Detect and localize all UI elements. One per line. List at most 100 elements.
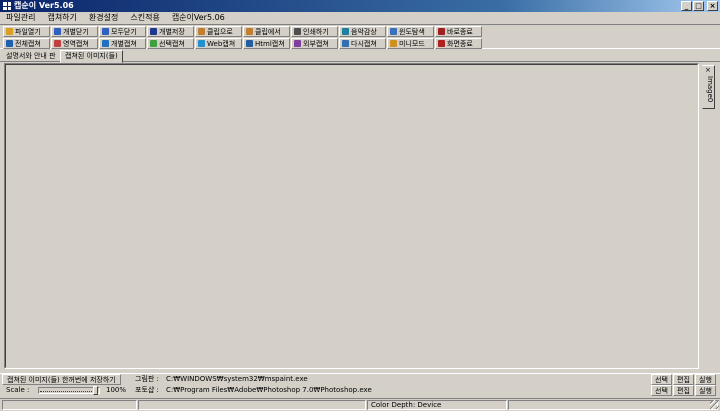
toolbar-button-label: 영역캡쳐: [63, 39, 89, 48]
toolbar-button-label: 미니모드: [399, 39, 425, 48]
toolbar-button-label: 윈도탐색: [399, 27, 425, 36]
paint-path: C:₩WINDOWS₩system32₩mspaint.exe: [166, 375, 308, 383]
window-title: 캡순이 Ver5.06: [14, 1, 74, 10]
photoshop-path: C:₩Program Files₩Adobe₩Photoshop 7.0₩Pho…: [166, 386, 372, 394]
toolbar-button-label: Web캡쳐: [207, 39, 236, 48]
toolbar-exit-button[interactable]: 바로종료: [435, 26, 482, 37]
photoshop-edit-button[interactable]: 편집: [673, 385, 694, 396]
paint-edit-button[interactable]: 편집: [673, 374, 694, 385]
toolbar-button-label: 파일열기: [15, 27, 41, 36]
toolbar-button-label: Html캡쳐: [255, 39, 285, 48]
toolbar-external-capture-button[interactable]: 외부캡쳐: [291, 38, 338, 49]
toolbar-clipboard-copy-button[interactable]: 클립으로: [195, 26, 242, 37]
close-single-icon: [54, 28, 61, 35]
toolbar-html-capture-button[interactable]: Html캡쳐: [243, 38, 290, 49]
recapture-icon: [342, 40, 349, 47]
menu-bar: 파일관리 캡쳐하기 환경설정 스킨적용 캡순이Ver5.06: [0, 12, 720, 24]
scale-value: 100%: [106, 386, 127, 394]
selection-capture-icon: [150, 40, 157, 47]
toolbar-explorer-button[interactable]: 윈도탐색: [387, 26, 434, 37]
toolbar-button-label: 개별닫기: [63, 27, 89, 36]
toolbar-button-label: 클립으로: [207, 27, 233, 36]
title-bar: 캡순이 Ver5.06 _ □ ×: [0, 0, 720, 12]
save-icon: [150, 28, 157, 35]
tab-bar: 설명서와 안내 판 캡쳐된 이미지(들): [0, 50, 720, 63]
scale-slider-thumb[interactable]: [93, 386, 98, 395]
status-cell-4: [508, 400, 718, 410]
toolbar-clipboard-paste-button[interactable]: 클립에서: [243, 26, 290, 37]
toolbar-button-label: 개별캡쳐: [111, 39, 137, 48]
color-depth-status: Color Depth: Device: [367, 400, 507, 410]
maximize-button[interactable]: □: [693, 1, 704, 11]
toolbar-printer-button[interactable]: 인쇄하기: [291, 26, 338, 37]
toolbar-button-label: 바로종료: [447, 27, 473, 36]
tab-captured-images[interactable]: 캡쳐된 이미지(들): [60, 50, 123, 63]
paint-run-button[interactable]: 실행: [695, 374, 716, 385]
app-icon: [3, 2, 11, 10]
toolbar-close-all-button[interactable]: 모두닫기: [99, 26, 146, 37]
menu-settings[interactable]: 환경설정: [83, 12, 124, 24]
toolbar-button-label: 인쇄하기: [303, 27, 329, 36]
toolbar-button-label: 선택캡쳐: [159, 39, 185, 48]
clipboard-copy-icon: [198, 28, 205, 35]
fullscreen-capture-icon: [6, 40, 13, 47]
toolbar-music-button[interactable]: 음악감상: [339, 26, 386, 37]
scale-slider[interactable]: [38, 386, 100, 395]
clipboard-paste-icon: [246, 28, 253, 35]
region-capture-icon: [54, 40, 61, 47]
toolbar-button-label: 다시캡쳐: [351, 39, 377, 48]
tab-manual[interactable]: 설명서와 안내 판: [2, 51, 60, 62]
toolbar-close-single-button[interactable]: 개별닫기: [51, 26, 98, 37]
status-cell-1: [2, 400, 137, 410]
image-workspace[interactable]: [4, 63, 699, 369]
resize-grip[interactable]: [710, 400, 719, 409]
photoshop-run-button[interactable]: 실행: [695, 385, 716, 396]
toolbar-button-label: 음악감상: [351, 27, 377, 36]
toolbar-fullscreen-capture-button[interactable]: 전체캡쳐: [3, 38, 50, 49]
window-capture-icon: [102, 40, 109, 47]
save-all-button[interactable]: 캡쳐된 이미지(들) 한꺼번에 저장하기: [2, 374, 121, 385]
toolbar-save-button[interactable]: 개별저장: [147, 26, 194, 37]
toolbar-web-capture-button[interactable]: Web캡쳐: [195, 38, 242, 49]
toolbar-window-capture-button[interactable]: 개별캡쳐: [99, 38, 146, 49]
toolbar-button-label: 전체캡쳐: [15, 39, 41, 48]
folder-open-icon: [6, 28, 13, 35]
html-capture-icon: [246, 40, 253, 47]
toolbar-screen-exit-button[interactable]: 화면종료: [435, 38, 482, 49]
toolbar-button-label: 화면종료: [447, 39, 473, 48]
external-capture-icon: [294, 40, 301, 47]
status-cell-2: [138, 400, 366, 410]
photoshop-select-button[interactable]: 선택: [651, 385, 672, 396]
toolbar-region-capture-button[interactable]: 영역캡쳐: [51, 38, 98, 49]
exit-icon: [438, 28, 445, 35]
toolbar-button-label: 모두닫기: [111, 27, 137, 36]
screen-exit-icon: [438, 40, 445, 47]
toolbar-recapture-button[interactable]: 다시캡쳐: [339, 38, 386, 49]
paint-path-row: 캡쳐된 이미지(들) 한꺼번에 저장하기 그림판 : C:₩WINDOWS₩sy…: [0, 373, 720, 385]
printer-icon: [294, 28, 301, 35]
menu-skin[interactable]: 스킨적용: [124, 12, 165, 24]
toolbar-selection-capture-button[interactable]: 선택캡쳐: [147, 38, 194, 49]
toolbar-button-label: 외부캡쳐: [303, 39, 329, 48]
menu-file[interactable]: 파일관리: [0, 12, 41, 24]
toolbar-button-label: 개별저장: [159, 27, 185, 36]
paint-label: 그림판 :: [135, 375, 159, 383]
status-bar: Color Depth: Device: [0, 398, 720, 410]
toolbar-minimode-button[interactable]: 미니모드: [387, 38, 434, 49]
close-image-icon[interactable]: ×: [705, 67, 711, 74]
toolbar-folder-open-button[interactable]: 파일열기: [3, 26, 50, 37]
scale-label: Scale :: [6, 386, 30, 394]
photoshop-path-row: Scale : 100% 포토샵 : C:₩Program Files₩Adob…: [0, 385, 720, 396]
paint-select-button[interactable]: 선택: [651, 374, 672, 385]
close-all-icon: [102, 28, 109, 35]
minimize-button[interactable]: _: [681, 1, 692, 11]
toolbar: 파일열기 개별닫기 모두닫기 개별저장 클립으로 클립에서 인쇄하기 음악감상 윈도탐색 바로종료…: [0, 24, 720, 49]
close-button[interactable]: ×: [707, 1, 718, 11]
minimode-icon: [390, 40, 397, 47]
menu-about[interactable]: 캡순이Ver5.06: [166, 12, 231, 24]
music-icon: [342, 28, 349, 35]
image-tab-label: Image0: [706, 76, 714, 103]
menu-capture[interactable]: 캡쳐하기: [41, 12, 82, 24]
image-tab-side[interactable]: × Image0: [702, 65, 715, 109]
web-capture-icon: [198, 40, 205, 47]
